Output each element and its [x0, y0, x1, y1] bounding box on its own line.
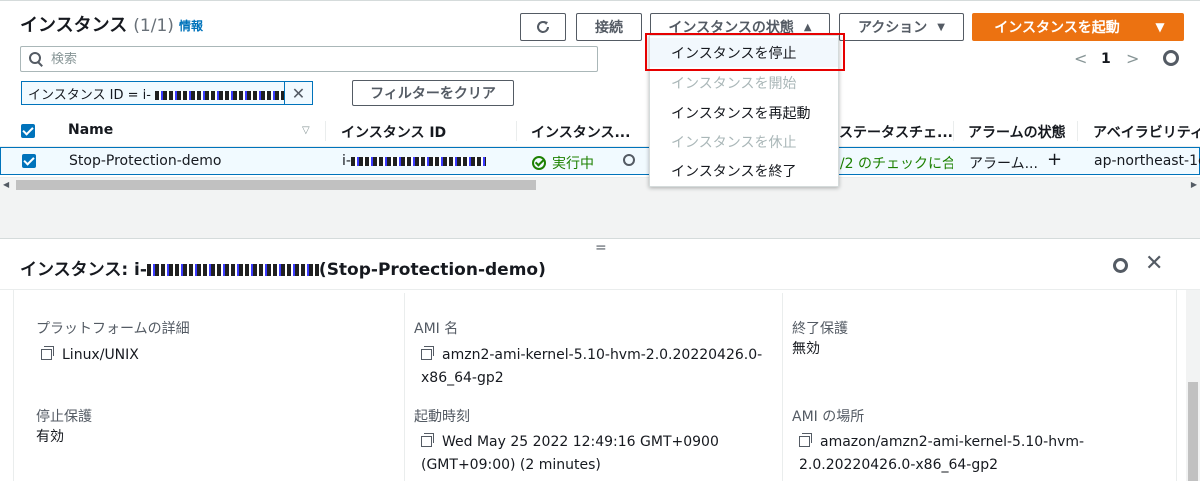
filter-token: インスタンス ID = i- ✕	[21, 81, 313, 105]
menu-item-hibernate-instance: インスタンスを休止	[671, 134, 797, 151]
copy-icon[interactable]	[799, 433, 812, 447]
cell-name: Stop-Protection-demo	[69, 153, 222, 169]
platform-details-label: プラットフォームの詳細	[36, 321, 190, 337]
add-alarm-icon[interactable]: +	[1047, 149, 1062, 170]
caret-down-icon: ▼	[1155, 20, 1165, 34]
cell-status-check: 2/2 のチェックに合格しました	[831, 156, 953, 172]
column-header-name[interactable]: Name	[68, 122, 113, 138]
copy-icon[interactable]	[41, 346, 54, 360]
instance-detail-panel: = インスタンス: i- (Stop-Protection-demo) ✕ プラッ…	[0, 238, 1200, 481]
column-header-status-check[interactable]: ステータスチェ...	[839, 122, 953, 142]
column-divider	[782, 293, 783, 481]
actions-button[interactable]: アクション ▼	[839, 13, 964, 41]
menu-item-reboot-instance[interactable]: インスタンスを再起動	[650, 98, 838, 127]
sort-caret-icon[interactable]: ▽	[302, 125, 310, 136]
redacted-instance-id	[155, 90, 284, 100]
cell-instance-id[interactable]: i-	[342, 153, 486, 169]
page-title: インスタンス (1/1)	[20, 15, 174, 36]
caret-up-icon: ▲	[803, 21, 812, 33]
remove-filter-icon[interactable]: ✕	[284, 82, 312, 104]
launch-options-button[interactable]: ▼	[1136, 13, 1184, 41]
launch-time-label: 起動時刻	[414, 409, 470, 425]
search-box[interactable]	[20, 46, 598, 72]
termination-protection-value: 無効	[792, 341, 820, 357]
clear-filters-button[interactable]: フィルターをクリア	[352, 80, 514, 106]
cell-availability-zone: ap-northeast-1c	[1094, 153, 1200, 169]
column-header-alarm-status[interactable]: アラームの状態	[968, 122, 1066, 142]
panel-divider-band	[0, 190, 1200, 238]
select-all-checkbox[interactable]	[21, 124, 35, 138]
column-divider	[1077, 121, 1078, 141]
detail-settings-gear-icon[interactable]	[1113, 258, 1128, 273]
column-header-instance-id[interactable]: インスタンス ID	[341, 122, 446, 142]
cell-alarm-status: アラーム...	[969, 156, 1038, 172]
launch-time-value: Wed May 25 2022 12:49:16 GMT+0900 (GMT+0…	[421, 433, 719, 473]
launch-instance-button[interactable]: インスタンスを起動	[972, 13, 1142, 41]
connect-button[interactable]: 接続	[576, 13, 642, 41]
resize-handle-icon[interactable]: =	[595, 240, 607, 256]
termination-protection-label: 終了保護	[792, 321, 848, 337]
horizontal-scrollbar[interactable]: ◀ ▶	[0, 177, 1200, 191]
column-divider	[516, 121, 517, 141]
pagination-prev-icon[interactable]: <	[1074, 49, 1087, 68]
cell-instance-state: 実行中	[532, 153, 594, 173]
instance-count: (1/1)	[133, 16, 174, 36]
column-divider	[404, 293, 405, 481]
table-settings-gear-icon[interactable]	[1163, 50, 1179, 66]
highlight-box	[645, 33, 845, 71]
ami-name-value: amzn2-ami-kernel-5.10-hvm-2.0.20220426.0…	[421, 346, 763, 386]
search-icon	[29, 52, 43, 66]
redacted-instance-id	[146, 264, 319, 276]
stop-protection-label: 停止保護	[36, 409, 92, 425]
column-header-availability-zone[interactable]: アベイラビリティ	[1093, 122, 1200, 142]
column-header-instance-state[interactable]: インスタンス...	[531, 122, 630, 142]
ami-location-value: amazon/amzn2-ami-kernel-5.10-hvm-2.0.202…	[799, 433, 1085, 473]
filter-token-label: インスタンス ID = i-	[28, 87, 151, 103]
table-header: Name ▽ インスタンス ID インスタンス... ステータスチェ... アラ…	[0, 115, 1200, 147]
pagination-current-page[interactable]: 1	[1101, 51, 1111, 67]
column-divider	[325, 121, 326, 141]
column-divider	[953, 121, 954, 141]
pagination-next-icon[interactable]: >	[1126, 49, 1139, 68]
redacted-instance-id	[350, 156, 486, 166]
vertical-scrollbar[interactable]	[1186, 290, 1200, 481]
stop-protection-value: 有効	[36, 429, 64, 445]
refresh-icon	[537, 21, 549, 33]
ami-location-label: AMI の場所	[792, 409, 865, 425]
ami-name-label: AMI 名	[414, 321, 459, 337]
detail-title: インスタンス: i- (Stop-Protection-demo)	[20, 260, 546, 280]
table-row[interactable]: Stop-Protection-demo i- 実行中 2/2 のチェックに合格…	[0, 147, 1200, 175]
platform-details-value: Linux/UNIX	[41, 344, 139, 367]
zoom-icon[interactable]	[623, 153, 635, 169]
menu-item-start-instance: インスタンスを開始	[671, 75, 797, 92]
scrollbar-thumb[interactable]	[16, 180, 536, 190]
scrollbar-thumb[interactable]	[1188, 382, 1198, 481]
copy-icon[interactable]	[421, 346, 434, 360]
scroll-left-icon[interactable]: ◀	[3, 180, 9, 189]
row-checkbox[interactable]	[22, 154, 36, 168]
scroll-right-icon[interactable]: ▶	[1191, 180, 1197, 189]
caret-down-icon: ▼	[937, 21, 945, 33]
refresh-button[interactable]	[520, 13, 566, 41]
running-check-icon	[532, 156, 546, 170]
info-link[interactable]: 情報	[179, 17, 203, 34]
menu-item-terminate-instance[interactable]: インスタンスを終了	[650, 156, 838, 185]
copy-icon[interactable]	[421, 433, 434, 447]
close-icon[interactable]: ✕	[1145, 251, 1163, 276]
search-input[interactable]	[51, 51, 571, 67]
